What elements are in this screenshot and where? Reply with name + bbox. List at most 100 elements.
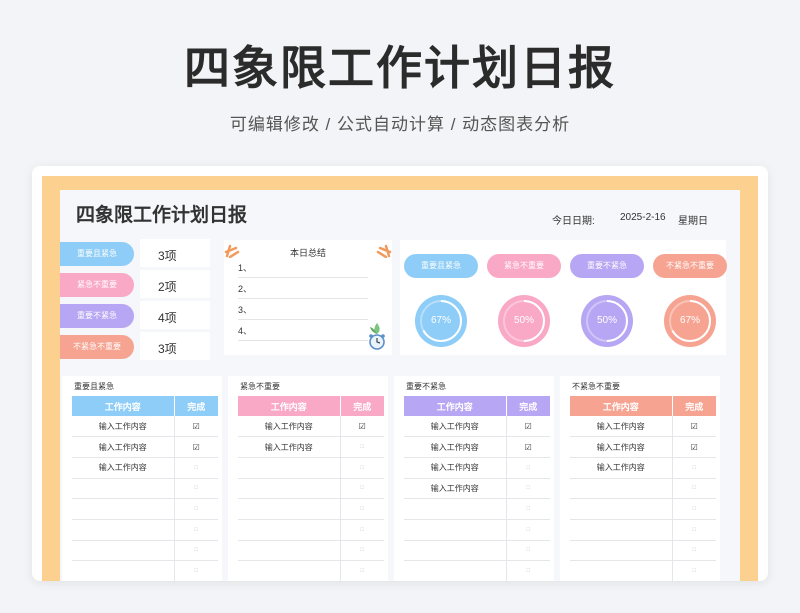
done-checkbox[interactable]: □ [672,540,716,562]
done-checkbox[interactable]: □ [340,560,384,581]
progress-ring: 67% [663,294,717,348]
task-content-cell[interactable]: 输入工作内容 [570,457,673,479]
task-content-cell[interactable] [404,560,507,581]
task-content-cell[interactable] [238,560,341,581]
done-checkbox[interactable]: □ [340,436,384,458]
done-checkbox[interactable]: □ [174,457,218,479]
task-content-cell[interactable]: 输入工作内容 [238,416,341,438]
table-row: 输入工作内容 ☑ [404,416,550,438]
badge-pill: 重要不紧急 [570,254,644,278]
done-checkbox[interactable]: □ [672,560,716,581]
task-content-cell[interactable] [238,457,341,479]
task-content-cell[interactable] [72,478,175,500]
table-row: □ [238,498,384,520]
task-content-cell[interactable] [238,478,341,500]
badge-pill: 重要且紧急 [404,254,478,278]
progress-ring: 50% [580,294,634,348]
quadrant-important-not-urgent: 重要不紧急 工作内容 完成 输入工作内容 ☑ 输入工作内容 ☑ 输入工作内容 □ 输入工作内… [394,376,554,581]
done-checkbox[interactable]: □ [174,498,218,520]
done-checkbox[interactable]: □ [340,519,384,541]
table-row: □ [570,560,716,581]
done-checkbox[interactable]: □ [174,540,218,562]
done-checkbox[interactable]: ☑ [672,436,716,458]
task-content-cell[interactable]: 输入工作内容 [72,457,175,479]
task-content-cell[interactable] [72,519,175,541]
task-content-cell[interactable] [238,540,341,562]
table-row: 输入工作内容 □ [570,457,716,479]
task-content-cell[interactable] [404,540,507,562]
task-content-cell[interactable] [570,478,673,500]
quadrant-not-urgent-not-important: 不紧急不重要 工作内容 完成 输入工作内容 ☑ 输入工作内容 ☑ 输入工作内容 □ □ □ □ □… [560,376,720,581]
done-checkbox[interactable]: ☑ [174,436,218,458]
done-checkbox[interactable]: □ [672,519,716,541]
table-row: 输入工作内容 □ [238,436,384,458]
task-content-cell[interactable] [570,540,673,562]
task-content-cell[interactable] [238,498,341,520]
done-checkbox[interactable]: ☑ [506,436,550,458]
quadrant-title: 紧急不重要 [240,382,280,391]
task-content-cell[interactable]: 输入工作内容 [72,436,175,458]
done-checkbox[interactable]: □ [174,560,218,581]
task-content-cell[interactable]: 输入工作内容 [72,416,175,438]
done-checkbox[interactable]: □ [340,540,384,562]
done-checkbox[interactable]: □ [340,498,384,520]
done-checkbox[interactable]: □ [672,457,716,479]
done-checkbox[interactable]: □ [506,457,550,479]
quadrant-title: 重要不紧急 [406,382,446,391]
task-content-cell[interactable] [404,498,507,520]
column-header-done: 完成 [340,396,384,416]
column-header-content: 工作内容 [72,396,175,416]
task-content-cell[interactable]: 输入工作内容 [404,457,507,479]
progress-percent: 50% [596,315,617,326]
done-checkbox[interactable]: □ [340,478,384,500]
sheet-header: 四象限工作计划日报 今日日期: 2025-2-16 星期日 [60,190,740,240]
task-content-cell[interactable] [570,519,673,541]
table-row: 输入工作内容 ☑ [238,416,384,438]
done-checkbox[interactable]: □ [506,560,550,581]
done-checkbox[interactable]: □ [506,478,550,500]
category-count: 3项 [158,249,177,263]
task-content-cell[interactable]: 输入工作内容 [570,416,673,438]
done-checkbox[interactable]: ☑ [174,416,218,438]
summary-line[interactable]: 3、 [238,300,368,320]
done-checkbox[interactable]: ☑ [340,416,384,438]
summary-line[interactable]: 4、 [238,321,368,341]
task-content-cell[interactable]: 输入工作内容 [404,416,507,438]
summary-line[interactable]: 2、 [238,279,368,299]
category-row-not-urgent-not-important: 不紧急不重要 3项 [60,332,210,360]
task-content-cell[interactable]: 输入工作内容 [238,436,341,458]
task-content-cell[interactable]: 输入工作内容 [570,436,673,458]
date-value[interactable]: 2025-2-16 [620,212,666,223]
done-checkbox[interactable]: □ [672,478,716,500]
done-checkbox[interactable]: □ [174,478,218,500]
done-checkbox[interactable]: ☑ [672,416,716,438]
task-content-cell[interactable] [72,498,175,520]
category-count: 4项 [158,311,177,325]
table-row: □ [570,498,716,520]
done-checkbox[interactable]: □ [340,457,384,479]
task-content-cell[interactable] [72,540,175,562]
task-content-cell[interactable] [238,519,341,541]
quadrant-title: 重要且紧急 [74,382,114,391]
summary-line[interactable]: 1、 [238,258,368,278]
task-content-cell[interactable] [72,560,175,581]
sheet-frame: 四象限工作计划日报 今日日期: 2025-2-16 星期日 重要且紧急 3项 紧… [42,176,758,581]
done-checkbox[interactable]: □ [506,540,550,562]
table-row: 输入工作内容 ☑ [570,436,716,458]
task-content-cell[interactable]: 输入工作内容 [404,478,507,500]
done-checkbox[interactable]: ☑ [506,416,550,438]
column-header-content: 工作内容 [570,396,673,416]
done-checkbox[interactable]: □ [506,519,550,541]
table-row: □ [570,478,716,500]
done-checkbox[interactable]: □ [506,498,550,520]
table-row: 输入工作内容 ☑ [72,416,218,438]
task-content-cell[interactable] [570,560,673,581]
done-checkbox[interactable]: □ [672,498,716,520]
done-checkbox[interactable]: □ [174,519,218,541]
table-row: 输入工作内容 ☑ [72,436,218,458]
table-row: □ [72,560,218,581]
task-content-cell[interactable]: 输入工作内容 [404,436,507,458]
task-content-cell[interactable] [404,519,507,541]
task-content-cell[interactable] [570,498,673,520]
category-pill: 不紧急不重要 [60,335,134,359]
